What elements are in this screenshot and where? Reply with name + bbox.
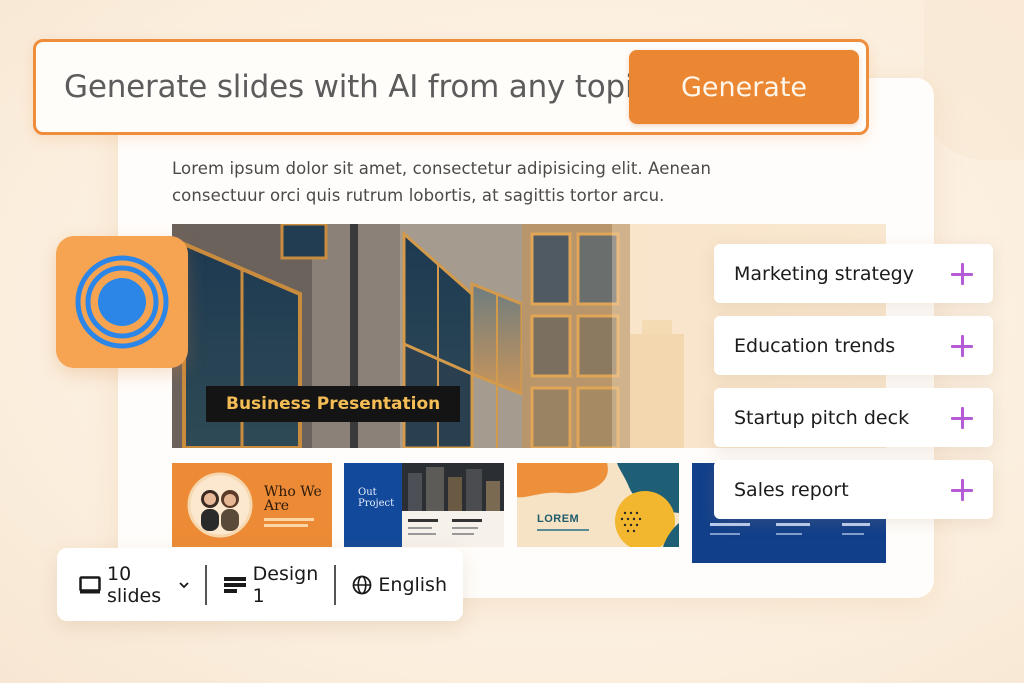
thumbnail-subtext-decoration — [264, 515, 324, 527]
thumbnail-title: LOREM — [537, 513, 580, 525]
thumbnail-line — [408, 527, 432, 529]
options-bar: 10 slides Design 1 English — [57, 548, 463, 621]
slide-count-label: 10 slides — [107, 562, 162, 607]
design-selector[interactable]: Design 1 — [204, 562, 335, 607]
thumbnail-line — [537, 529, 589, 531]
thumbnail-line — [842, 533, 864, 535]
language-selector[interactable]: English — [334, 564, 463, 605]
plus-icon[interactable] — [951, 262, 973, 285]
slide-thumbnail[interactable]: Who We Are — [172, 463, 332, 547]
plus-icon[interactable] — [951, 478, 973, 501]
app-logo — [56, 236, 188, 368]
thumbnail-city-image — [402, 463, 504, 511]
slide-thumbnail[interactable]: Out Project — [344, 463, 504, 547]
topic-chip-education-trends[interactable]: Education trends — [714, 316, 993, 375]
thumbnail-abstract-shapes — [517, 463, 679, 547]
layout-icon — [223, 576, 247, 594]
globe-icon — [352, 575, 372, 595]
monitor-icon — [79, 575, 101, 594]
thumbnail-line — [408, 519, 438, 522]
thumbnail-line — [452, 519, 482, 522]
concentric-circles-icon — [75, 255, 169, 349]
thumbnail-line — [710, 523, 750, 526]
thumbnail-title: Who We Are — [264, 484, 322, 514]
thumbnail-line — [710, 533, 740, 535]
team-photo — [187, 472, 253, 538]
topic-label: Marketing strategy — [734, 262, 914, 285]
hero-caption: Business Presentation — [206, 386, 461, 422]
thumbnail-line — [776, 523, 810, 526]
prompt-input[interactable]: Generate slides with AI from any topic — [64, 69, 650, 105]
thumbnail-line — [776, 533, 802, 535]
topic-label: Sales report — [734, 478, 849, 501]
background-decoration — [924, 0, 1024, 160]
thumbnail-line — [842, 523, 870, 526]
topic-label: Education trends — [734, 334, 896, 357]
language-label: English — [378, 573, 447, 596]
generate-button[interactable]: Generate — [629, 50, 859, 124]
plus-icon[interactable] — [951, 406, 973, 429]
slide-count-dropdown[interactable]: 10 slides — [57, 562, 205, 607]
topic-label: Startup pitch deck — [734, 406, 910, 429]
thumbnail-title: Out Project — [358, 487, 395, 509]
topic-chip-startup-pitch-deck[interactable]: Startup pitch deck — [714, 388, 993, 447]
thumbnail-line — [408, 533, 436, 535]
topic-chip-marketing-strategy[interactable]: Marketing strategy — [714, 244, 993, 303]
prompt-bar[interactable]: Generate slides with AI from any topic G… — [33, 39, 869, 135]
slide-thumbnail[interactable]: LOREM — [517, 463, 679, 547]
topic-chip-sales-report[interactable]: Sales report — [714, 460, 993, 519]
thumbnail-line — [452, 527, 478, 529]
design-label: Design 1 — [252, 562, 319, 607]
chevron-down-icon — [179, 581, 189, 589]
description-text: Lorem ipsum dolor sit amet, consectetur … — [172, 159, 712, 205]
thumbnail-line — [452, 533, 474, 535]
plus-icon[interactable] — [951, 334, 973, 357]
